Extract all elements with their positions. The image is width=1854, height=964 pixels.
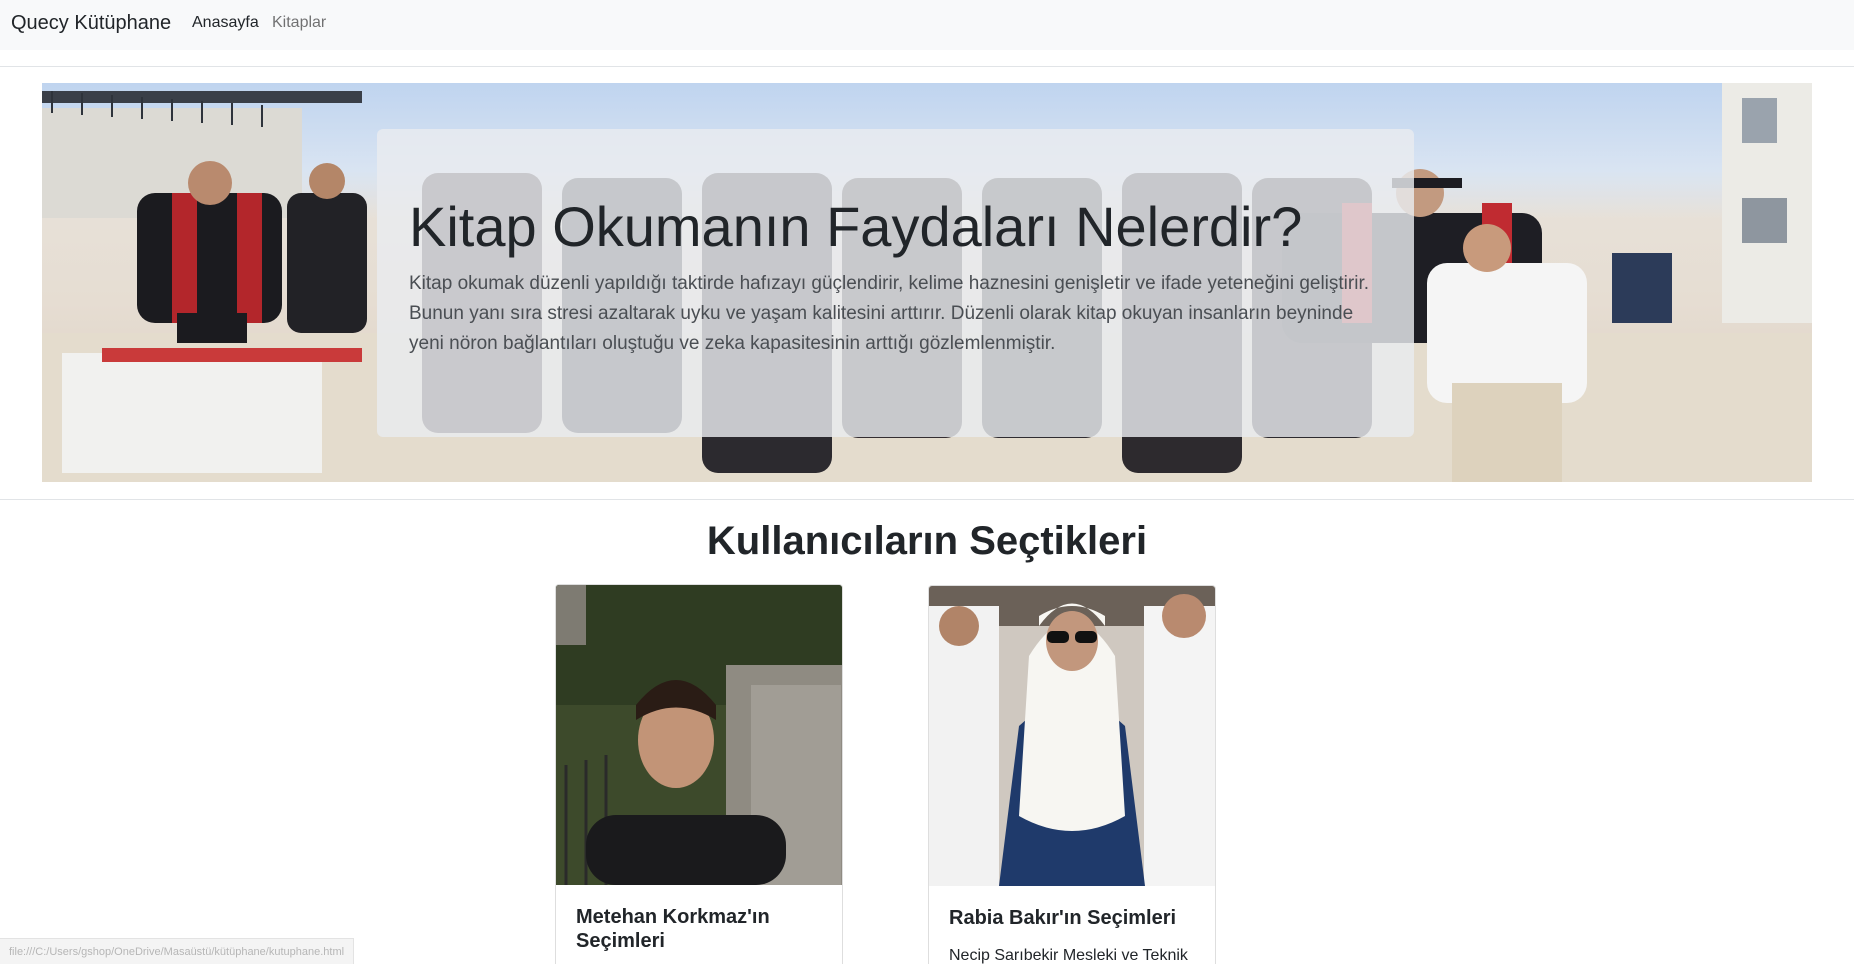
card-text: Necip Sarıbekir Mesleki ve Teknik [949,947,1188,964]
user-photo-metehan [556,585,842,885]
user-pick-card[interactable]: Metehan Korkmaz'ın Seçimleri [555,584,843,964]
browser-status-bar: file:///C:/Users/gshop/OneDrive/Masaüstü… [0,938,355,964]
user-pick-card[interactable]: Rabia Bakır'ın Seçimleri Necip Sarıbekir… [928,585,1216,964]
card-image [929,586,1215,886]
card-image [556,585,842,885]
nav-link-kitaplar[interactable]: Kitaplar [272,13,326,33]
user-photo-rabia [929,586,1215,886]
navbar-brand[interactable]: Quecy Kütüphane [11,11,171,35]
nav-link-anasayfa[interactable]: Anasayfa [192,13,259,33]
section-title: Kullanıcıların Seçtikleri [706,519,1148,563]
divider-bottom [0,499,1854,500]
hero-banner: Kitap Okumanın Faydaları Nelerdir? Kitap… [42,83,1812,482]
card-title: Metehan Korkmaz'ın Seçimleri [576,906,770,952]
hero-lead-text: Kitap okumak düzenli yapıldığı taktirde … [409,273,1370,354]
divider-top [0,66,1854,67]
card-title: Rabia Bakır'ın Seçimleri [949,907,1177,929]
hero-title: Kitap Okumanın Faydaları Nelerdir? [409,195,1303,258]
jumbotron: Kitap Okumanın Faydaları Nelerdir? Kitap… [377,129,1414,437]
navbar: Quecy Kütüphane Anasayfa Kitaplar [0,0,1854,50]
